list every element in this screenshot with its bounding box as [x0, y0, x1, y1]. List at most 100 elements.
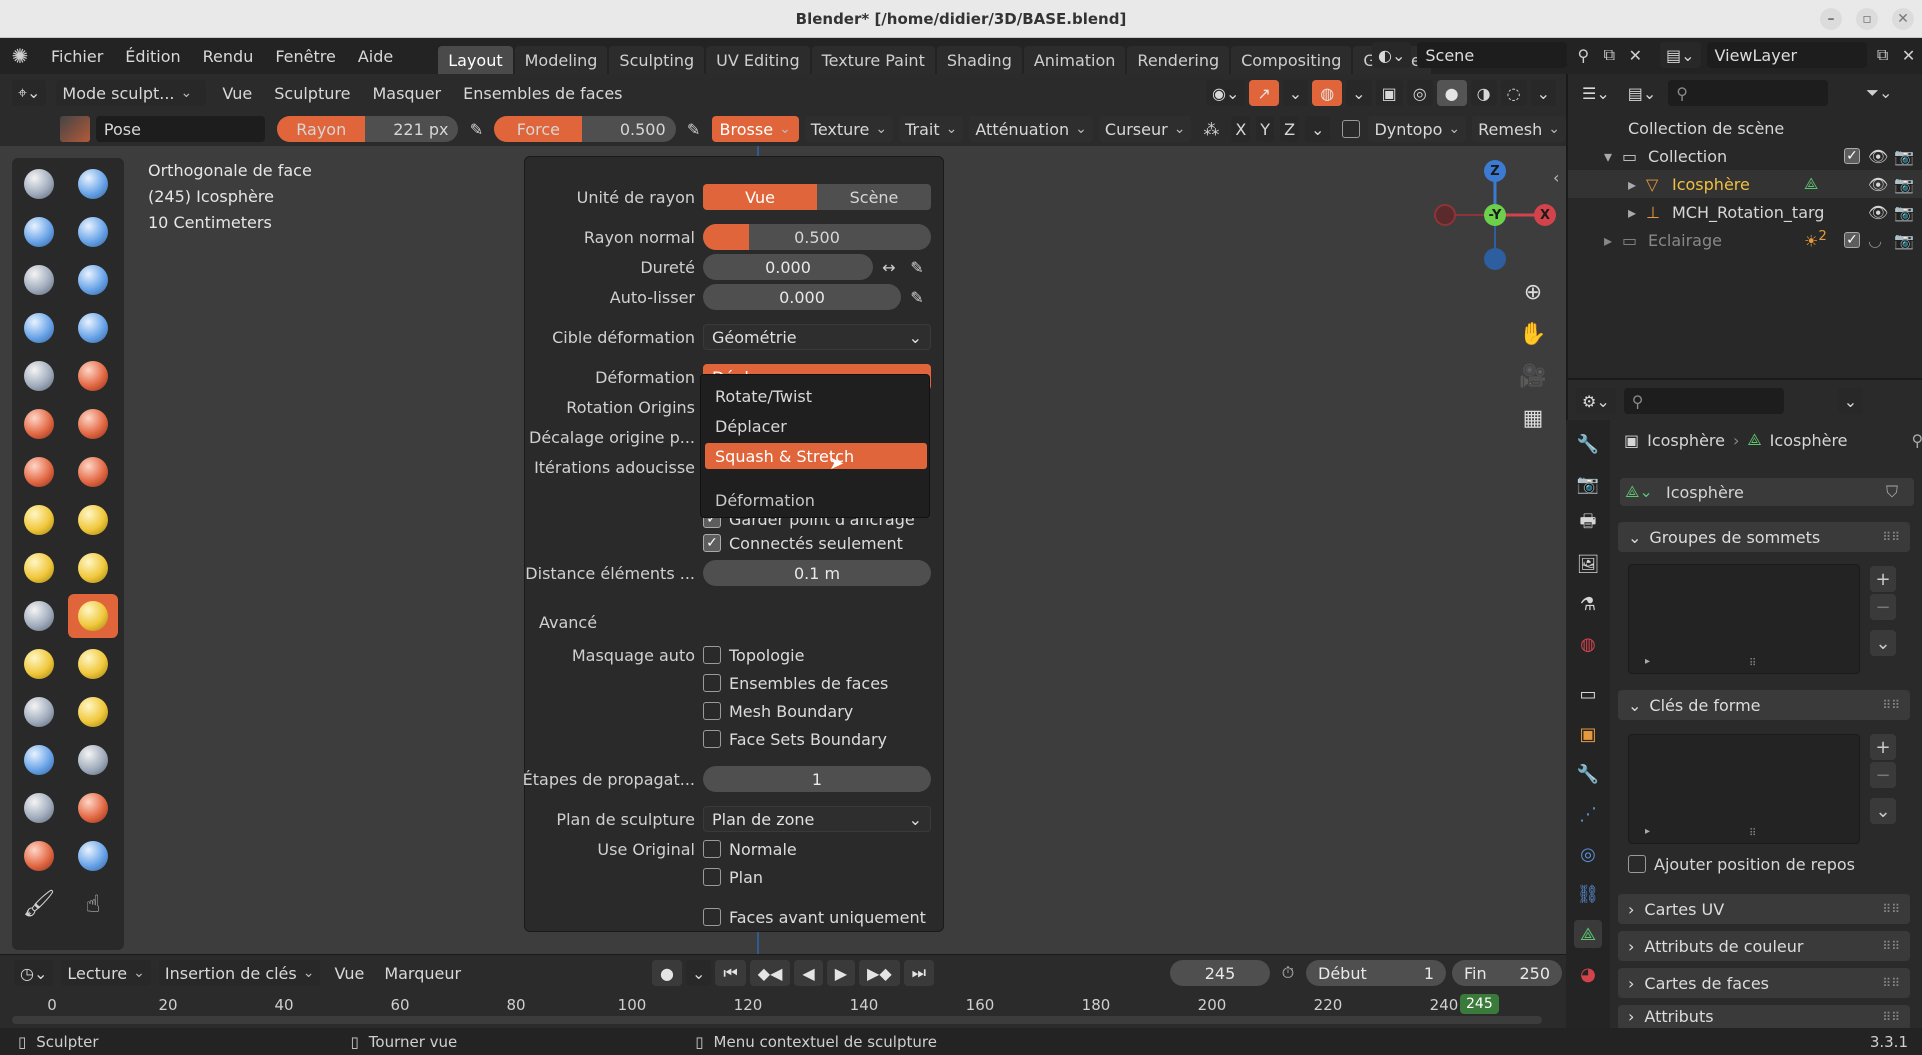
gizmo-z-label[interactable]: Z	[1484, 160, 1506, 182]
gizmo-neg-x-icon[interactable]	[1434, 204, 1456, 226]
eye-icon[interactable]: 👁	[1868, 203, 1894, 222]
list-resize-grip-icon[interactable]: ⠿	[1749, 828, 1756, 839]
jump-keyframe-back-icon[interactable]: ◆◀	[749, 960, 791, 986]
collection-tab-icon[interactable]: ▭	[1574, 680, 1602, 708]
panel-uv-maps[interactable]: › Cartes UV ⠿⠿	[1618, 894, 1910, 924]
overlay-dropdown[interactable]: ⌄	[1346, 80, 1372, 106]
tool-pinch[interactable]	[14, 498, 64, 542]
tool-smear[interactable]: ☝	[68, 882, 118, 926]
menu-mask[interactable]: Masquer	[366, 75, 447, 111]
radius-unit-scene-button[interactable]: Scène	[817, 184, 931, 210]
radius-slider[interactable]: Rayon 221 px	[277, 116, 459, 142]
delete-viewlayer-icon[interactable]: ✕	[1899, 46, 1919, 65]
tool-crease[interactable]	[14, 354, 64, 398]
delete-scene-icon[interactable]: ✕	[1625, 46, 1645, 65]
gizmo-dropdown[interactable]: ⌄	[1282, 80, 1309, 106]
tool-clay-thumb[interactable]	[14, 258, 64, 302]
expand-arrow-icon[interactable]: ▸	[1628, 175, 1646, 194]
tool-clay-strips[interactable]	[68, 210, 118, 254]
tool-boundary[interactable]	[68, 690, 118, 734]
new-viewlayer-icon[interactable]: ⧉	[1873, 45, 1893, 65]
deformation-option-move[interactable]: Déplacer	[705, 413, 927, 439]
sculpt-plane-dropdown[interactable]: Plan de zone ⌄	[703, 806, 931, 832]
drag-grip-icon[interactable]: ⠿⠿	[1882, 698, 1900, 712]
panel-face-maps[interactable]: › Cartes de faces ⠿⠿	[1618, 968, 1910, 998]
outliner-display-mode-icon[interactable]: ▤⌄	[1621, 80, 1663, 106]
tab-animation[interactable]: Animation	[1023, 46, 1126, 74]
rendered-shading-icon[interactable]: ◌	[1500, 80, 1527, 106]
pin-icon[interactable]: ⚲	[1912, 431, 1922, 450]
sculpt-plane-select[interactable]: Plan de zone ⌄	[703, 806, 931, 832]
record-options-dropdown[interactable]: ⌄	[685, 960, 712, 986]
panel-shape-keys[interactable]: ⌄ Clés de forme ⠿⠿	[1618, 690, 1910, 720]
panel-vertex-groups[interactable]: ⌄ Groupes de sommets ⠿⠿	[1618, 522, 1910, 552]
front-faces-option[interactable]: Faces avant uniquement	[703, 905, 926, 929]
navigation-gizmo[interactable]: Z -Y X	[1430, 156, 1560, 276]
eye-closed-icon[interactable]: ◡	[1868, 231, 1894, 250]
dyntopo-checkbox[interactable]	[1342, 120, 1361, 138]
auto-mask-face-sets-boundary-option[interactable]: Face Sets Boundary	[703, 727, 887, 751]
xray-icon[interactable]: ▣	[1375, 80, 1403, 106]
vertex-groups-list[interactable]: ▸ ⠿	[1628, 564, 1860, 674]
jump-start-icon[interactable]: ⏮	[715, 960, 746, 986]
playhead-frame-badge[interactable]: 245	[1460, 994, 1499, 1014]
menu-view[interactable]: Vue	[216, 75, 258, 111]
tool-draw-sharp[interactable]	[68, 162, 118, 206]
panel-color-attributes[interactable]: › Attributs de couleur ⠿⠿	[1618, 931, 1910, 961]
exclude-checkbox[interactable]	[1844, 148, 1860, 164]
start-frame-field[interactable]: Début 1	[1306, 960, 1446, 986]
editor-type-icon[interactable]: ⌖⌄	[12, 80, 47, 106]
element-distance-field[interactable]: 0.1 m	[703, 560, 931, 586]
tool-blob[interactable]	[68, 306, 118, 350]
drag-grip-icon[interactable]: ⠿⠿	[1882, 976, 1900, 990]
overlay-toggle-icon[interactable]: ◍	[1312, 80, 1343, 106]
radius-unit-view-button[interactable]: Vue	[703, 184, 817, 210]
timeline-menu-marker[interactable]: Marqueur	[378, 955, 467, 991]
close-icon[interactable]: ✕	[1892, 8, 1914, 30]
camera-view-icon[interactable]: 🎥	[1515, 358, 1551, 394]
pan-hand-icon[interactable]: ✋	[1515, 316, 1551, 352]
hardness-invert-icon[interactable]: ↔	[877, 258, 901, 277]
current-frame-field[interactable]: 245	[1170, 960, 1270, 986]
symmetry-icon[interactable]: ⁂	[1197, 120, 1225, 139]
add-shape-key-button[interactable]: +	[1870, 734, 1896, 760]
shading-options-dropdown[interactable]: ⌄	[1530, 80, 1556, 106]
tool-tab-icon[interactable]: 🔧	[1574, 430, 1602, 458]
play-icon[interactable]: ▶	[826, 960, 856, 986]
tool-thumb[interactable]	[14, 594, 64, 638]
hardness-field[interactable]: 0.000	[703, 254, 873, 280]
constraints-tab-icon[interactable]: ⛓	[1574, 880, 1602, 908]
cursor-dropdown[interactable]: Curseur	[1098, 116, 1192, 142]
auto-mask-mesh-boundary-checkbox[interactable]	[703, 702, 721, 720]
remesh-dropdown[interactable]: Remesh	[1472, 116, 1567, 142]
play-reverse-icon[interactable]: ◀	[794, 960, 823, 986]
strength-pressure-icon[interactable]: ✎	[682, 120, 706, 139]
tool-rotate[interactable]	[68, 642, 118, 686]
visibility-icon[interactable]: ◉⌄	[1206, 80, 1246, 106]
menu-render[interactable]: Rendu	[192, 38, 265, 74]
expand-arrow-icon[interactable]: ▸	[1628, 203, 1646, 222]
tab-sculpting[interactable]: Sculpting	[609, 46, 705, 74]
scene-icon[interactable]: ◐⌄	[1372, 42, 1412, 68]
gizmo-x-label[interactable]: X	[1534, 204, 1556, 226]
tab-layout[interactable]: Layout	[438, 46, 513, 74]
hardness-pressure-icon[interactable]: ✎	[905, 258, 929, 277]
gizmo-toggle-icon[interactable]: ↗	[1249, 80, 1279, 106]
particles-tab-icon[interactable]: ⋰	[1574, 800, 1602, 828]
menu-file[interactable]: Fichier	[40, 38, 114, 74]
timeline-editor-type-icon[interactable]: ◷⌄	[14, 960, 54, 986]
front-faces-checkbox[interactable]	[703, 908, 721, 926]
tool-elastic-deform[interactable]	[14, 546, 64, 590]
tool-scrape[interactable]	[14, 450, 64, 494]
menu-face-sets[interactable]: Ensembles de faces	[457, 75, 628, 111]
radius-pressure-icon[interactable]: ✎	[464, 120, 488, 139]
tool-draw[interactable]	[14, 162, 64, 206]
keying-dropdown[interactable]: Insertion de clés	[158, 960, 321, 986]
outliner-row-mch-rotation[interactable]: ▸ ⊥ MCH_Rotation_targ 👁 📷	[1568, 198, 1922, 226]
exclude-checkbox[interactable]	[1844, 232, 1860, 248]
minimize-icon[interactable]: –	[1820, 8, 1842, 30]
tab-texture-paint[interactable]: Texture Paint	[811, 46, 935, 74]
camera-icon[interactable]: 📷	[1894, 147, 1922, 166]
use-original-normal-checkbox[interactable]	[703, 840, 721, 858]
record-icon[interactable]: ●	[652, 960, 682, 986]
